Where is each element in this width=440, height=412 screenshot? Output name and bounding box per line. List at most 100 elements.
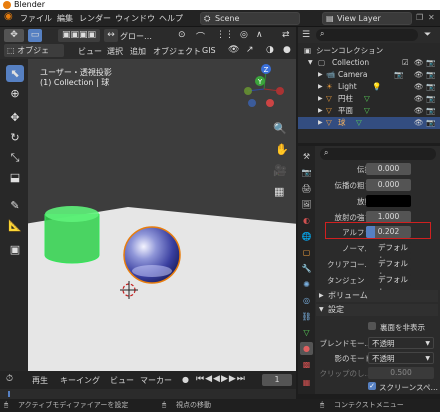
expand-icon[interactable]: ▶ [318, 81, 323, 93]
blend-mode-dropdown[interactable]: 不透明 ▼ [368, 337, 434, 349]
render-camera-icon[interactable]: 📷 [426, 57, 435, 69]
clearcoat-normal-field[interactable]: デフォルト [366, 258, 411, 280]
rotate-tool-icon[interactable]: ↻ [6, 129, 24, 146]
render-tab-icon[interactable]: 📷 [300, 166, 313, 179]
expand-icon[interactable]: ▶ [318, 117, 323, 129]
visibility-icon[interactable]: 👁 [414, 81, 424, 93]
clip-threshold-field[interactable]: 0.500 [368, 367, 434, 379]
scene-tab-icon[interactable]: ◐ [300, 214, 313, 227]
menu-gis[interactable]: GIS [202, 46, 216, 55]
expand-icon[interactable]: ▶ [318, 69, 323, 81]
proportional-icon[interactable]: ◎ [240, 30, 248, 40]
snap-icon[interactable]: ⌒ [196, 30, 205, 43]
transform-orientation[interactable]: グロー… [120, 31, 152, 42]
pan-hand-icon[interactable]: ✋ [275, 143, 289, 156]
particles-tab-icon[interactable]: ✺ [300, 278, 313, 291]
data-tab-icon[interactable]: ▽ [300, 326, 313, 339]
remove-view-layer-icon[interactable]: ✕ [428, 13, 435, 22]
select-box-icon[interactable]: ▭ [28, 29, 42, 42]
outliner-item-cylinder[interactable]: ▶ ▽ 円柱 ▽ 👁 📷 [298, 93, 440, 105]
shading-icon[interactable]: ● [283, 45, 291, 55]
checker-tab-icon[interactable]: ▦ [300, 376, 313, 389]
tool-tab-icon[interactable]: ⚒ [300, 150, 313, 163]
gizmo-x-axis[interactable] [266, 99, 274, 107]
navigation-gizmo[interactable]: Z Y [244, 64, 284, 107]
overlay-icon[interactable]: ◑ [266, 45, 274, 55]
record-icon[interactable]: ● [182, 375, 189, 384]
scale-tool-icon[interactable]: ⤡ [6, 149, 24, 166]
camera-view-icon[interactable]: 🎥 [273, 164, 287, 177]
alpha-slider[interactable]: 0.202 [366, 226, 411, 238]
normal-field[interactable]: デフォルト [366, 242, 411, 264]
properties-search[interactable]: ⌕ [320, 148, 436, 160]
outliner-item-light[interactable]: ▶ ☀ Light 💡 👁 📷 [298, 81, 440, 93]
select-tool-icon[interactable]: ⬉ [6, 65, 24, 82]
blender-menu-icon[interactable]: ◉ [4, 11, 13, 22]
render-camera-icon[interactable]: 📷 [426, 117, 435, 129]
menu-object[interactable]: オブジェクト [153, 46, 201, 57]
menu-marker[interactable]: マーカー [140, 375, 172, 386]
expand-icon[interactable]: ▶ [318, 93, 323, 105]
clock-icon[interactable]: ⏱ [6, 374, 13, 384]
3d-viewport[interactable]: ユーザー・透視投影 (1) Collection | 球 Z Y 🔍 ✋ 🎥 ▦ [28, 59, 296, 371]
menu-help[interactable]: ヘルプ [159, 13, 183, 24]
render-camera-icon[interactable]: 📷 [426, 69, 435, 81]
move-tool-icon[interactable]: ✥ [6, 109, 24, 126]
cylinder-object[interactable] [44, 206, 100, 264]
scene-selector[interactable]: ⛭ Scene [200, 12, 300, 25]
options-icon[interactable]: ⇄ [282, 30, 290, 40]
outliner-scene-collection[interactable]: ▣ シーンコレクション [298, 45, 440, 57]
physics-tab-icon[interactable]: ◎ [300, 294, 313, 307]
visibility-icon[interactable]: 👁 [414, 117, 424, 129]
outliner-item-plane[interactable]: ▶ ▽ 平面 ▽ 👁 📷 [298, 105, 440, 117]
mode-selector[interactable]: ⬚ オブジェク… [4, 44, 64, 68]
menu-window[interactable]: ウィンドウ [115, 13, 155, 24]
menu-add[interactable]: 追加 [130, 46, 146, 57]
transform-orientation-icon[interactable]: ↔ [104, 29, 118, 42]
menu-file[interactable]: ファイル [20, 13, 52, 24]
tangent-field[interactable]: デフォルト [366, 274, 411, 296]
add-cube-tool-icon[interactable]: ▣ [6, 241, 24, 258]
new-view-layer-icon[interactable]: ❐ [416, 13, 423, 22]
menu-edit[interactable]: 編集 [57, 13, 73, 24]
playhead[interactable] [8, 391, 10, 397]
menu-keying[interactable]: キーイング [60, 375, 100, 386]
timeline-strip[interactable] [0, 389, 296, 399]
texture-tab-icon[interactable]: ▩ [300, 358, 313, 371]
cursor-tool-icon[interactable]: ⊕ [6, 85, 24, 102]
transform-tool-icon[interactable]: ⬓ [6, 169, 24, 186]
volume-section-header[interactable]: ▶ ボリューム [316, 290, 438, 302]
shadow-mode-dropdown[interactable]: 不透明 ▼ [368, 352, 434, 364]
visibility-icon[interactable]: 👁 [414, 93, 424, 105]
backface-checkbox[interactable] [368, 322, 376, 330]
transmission-roughness-field[interactable]: 0.000 [366, 179, 411, 191]
object-tab-icon[interactable]: ▢ [300, 246, 313, 259]
snap-target-icon[interactable]: ⋮⋮ [216, 30, 234, 40]
menu-view[interactable]: ビュー [78, 46, 102, 57]
annotate-tool-icon[interactable]: ✎ [6, 197, 24, 214]
outliner-search[interactable]: ⌕ [316, 29, 418, 41]
playback-controls-icon[interactable]: ⏮◀◀▶▶⏭ [196, 374, 246, 384]
menu-timeline-view[interactable]: ビュー [110, 375, 134, 386]
menu-select[interactable]: 選択 [107, 46, 123, 57]
render-camera-icon[interactable]: 📷 [426, 105, 435, 117]
expand-icon[interactable]: ▶ [318, 105, 323, 117]
current-frame-field[interactable]: 1 [262, 374, 292, 386]
gizmo-icon[interactable]: ↗ [246, 45, 254, 55]
falloff-icon[interactable]: ∧ [256, 30, 263, 40]
visibility-icon[interactable]: 👁 [228, 45, 239, 55]
menu-playback[interactable]: 再生 [32, 375, 48, 386]
view-layer-tab-icon[interactable]: 🖼 [300, 198, 313, 211]
visibility-icon[interactable]: 👁 [414, 57, 424, 69]
outliner-item-collection[interactable]: ▼ ▢ Collection ☑ 👁 📷 [298, 57, 440, 69]
pivot-icon[interactable]: ⊙ [178, 30, 186, 40]
outliner-editor-icon[interactable]: ☰ [302, 30, 310, 40]
select-mode-icons[interactable]: ▣▣▣▣ [58, 29, 100, 42]
checkbox-icon[interactable]: ☑ [402, 57, 409, 69]
view-layer-selector[interactable]: ▤ View Layer [322, 12, 412, 25]
editor-type-icon[interactable]: ✥ [4, 29, 24, 42]
measure-tool-icon[interactable]: 📐 [6, 217, 24, 234]
render-camera-icon[interactable]: 📷 [426, 81, 435, 93]
output-tab-icon[interactable]: 🖨 [300, 182, 313, 195]
settings-section-header[interactable]: ▼ 設定 [316, 304, 438, 316]
